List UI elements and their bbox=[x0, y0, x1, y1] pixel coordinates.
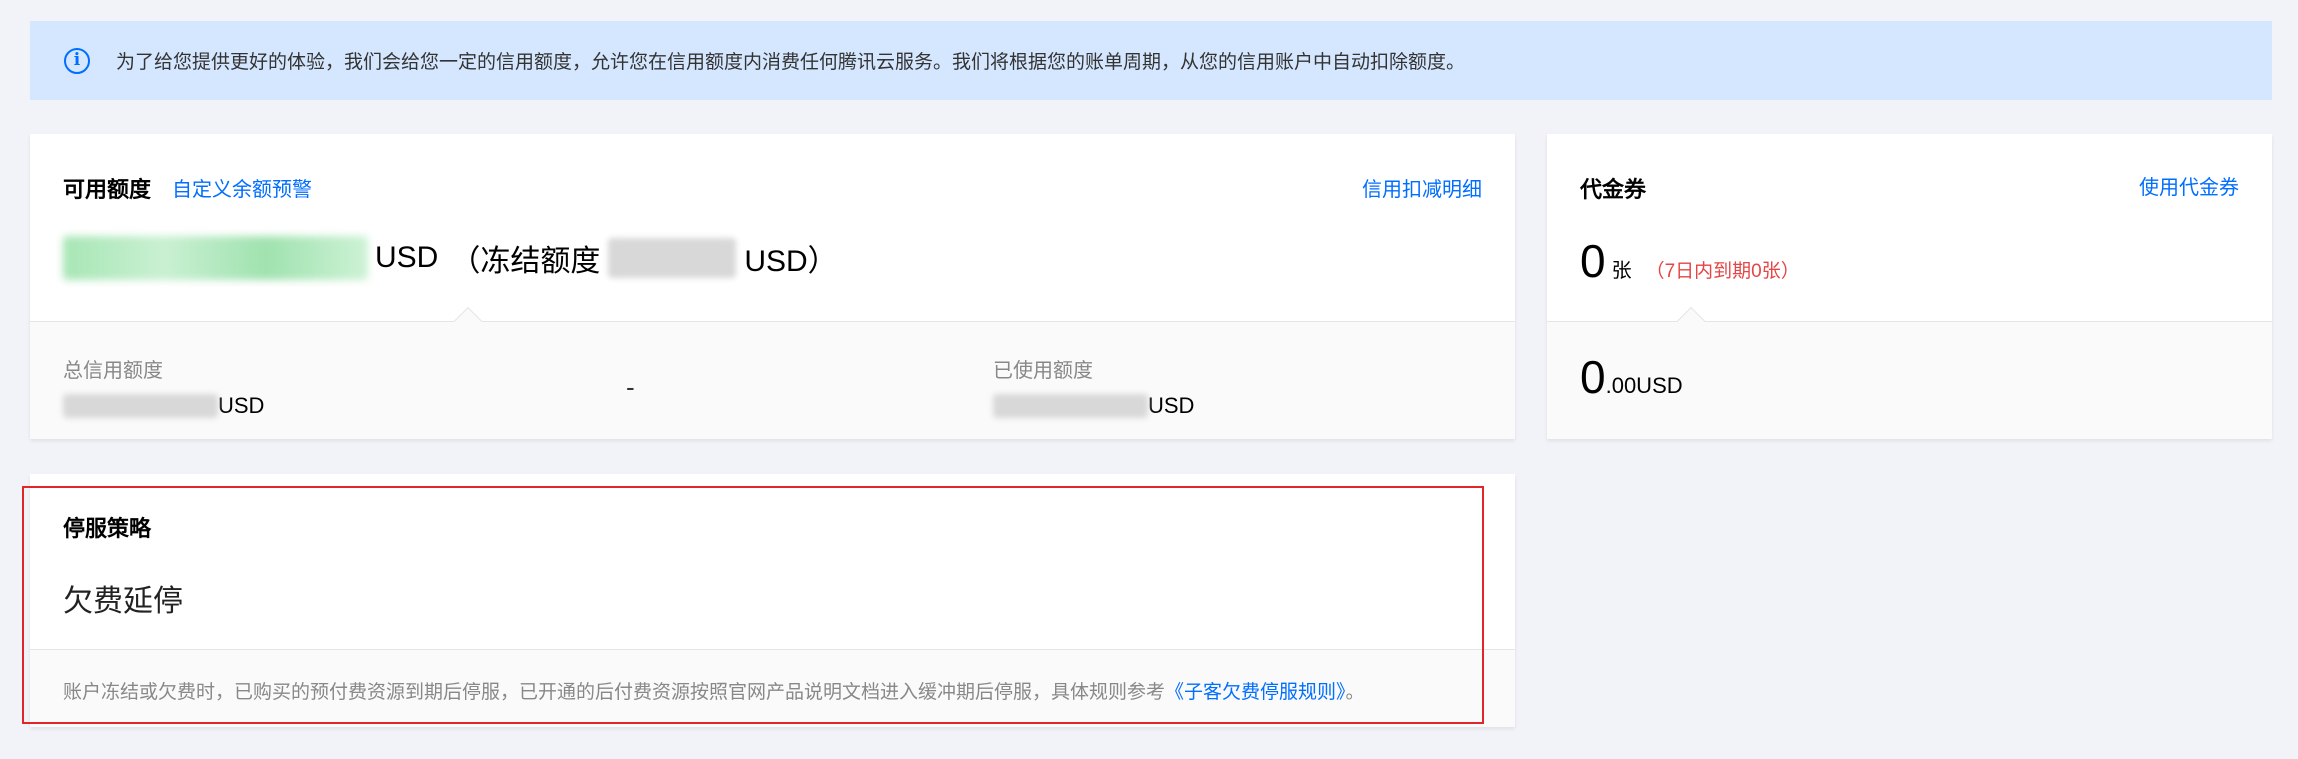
voucher-count: 0 张 （7日内到期0张） bbox=[1580, 234, 1800, 288]
available-credit-card: 可用额度 自定义余额预警 信用扣减明细 USD （冻结额度 USD） 总信用额度… bbox=[30, 134, 1515, 439]
used-credit-redacted bbox=[993, 394, 1148, 418]
info-banner-text: 为了给您提供更好的体验，我们会给您一定的信用额度，允许您在信用额度内消费任何腾讯… bbox=[116, 52, 1466, 73]
voucher-amount-section: 0 .00USD bbox=[1547, 306, 2272, 439]
voucher-amount: 0 .00USD bbox=[1580, 350, 1683, 404]
policy-title: 停服策略 bbox=[63, 516, 152, 541]
total-credit-label: 总信用额度 bbox=[63, 360, 163, 382]
available-credit-title: 可用额度 bbox=[63, 177, 152, 202]
used-credit-value: USD bbox=[993, 393, 1194, 419]
frozen-prefix: （冻结额度 bbox=[450, 245, 601, 278]
voucher-expire-note: （7日内到期0张） bbox=[1645, 261, 1800, 282]
policy-value: 欠费延停 bbox=[63, 585, 183, 618]
used-credit-label: 已使用额度 bbox=[993, 360, 1093, 382]
used-credit-currency: USD bbox=[1148, 393, 1195, 418]
total-credit: 总信用额度 USD bbox=[63, 354, 264, 419]
voucher-count-number: 0 bbox=[1580, 235, 1606, 287]
total-credit-value: USD bbox=[63, 393, 264, 419]
suspension-rule-link[interactable]: 《子客欠费停服规则》 bbox=[1165, 682, 1346, 703]
voucher-count-unit: 张 bbox=[1611, 260, 1632, 282]
frozen-amount-redacted bbox=[608, 238, 737, 278]
info-icon: i bbox=[64, 47, 90, 74]
policy-description: 账户冻结或欠费时，已购买的预付费资源到期后停服，已开通的后付费资源按照官网产品说… bbox=[30, 649, 1515, 727]
voucher-amount-dec: .00USD bbox=[1605, 373, 1683, 398]
info-banner: i 为了给您提供更好的体验，我们会给您一定的信用额度，允许您在信用额度内消费任何… bbox=[30, 21, 2272, 100]
available-credit-summary: 可用额度 自定义余额预警 信用扣减明细 USD （冻结额度 USD） bbox=[30, 134, 1515, 321]
suspension-policy-card: 停服策略 欠费延停 账户冻结或欠费时，已购买的预付费资源到期后停服，已开通的后付… bbox=[30, 474, 1515, 727]
voucher-card: 代金券 使用代金券 0 张 （7日内到期0张） 0 .00USD bbox=[1547, 134, 2272, 439]
custom-balance-alert-link[interactable]: 自定义余额预警 bbox=[172, 173, 312, 202]
total-credit-redacted bbox=[63, 394, 218, 418]
policy-desc-text: 账户冻结或欠费时，已购买的预付费资源到期后停服，已开通的后付费资源按照官网产品说… bbox=[63, 677, 1365, 704]
separator-dash: - bbox=[626, 372, 635, 402]
total-credit-currency: USD bbox=[218, 393, 265, 418]
voucher-amount-int: 0 bbox=[1580, 351, 1606, 403]
voucher-title: 代金券 bbox=[1580, 177, 1647, 202]
policy-desc-end: 。 bbox=[1345, 682, 1365, 703]
available-amount-redacted bbox=[63, 236, 368, 280]
available-currency: USD bbox=[375, 241, 439, 274]
credit-breakdown: 总信用额度 USD - 已使用额度 USD bbox=[30, 306, 1515, 439]
frozen-currency: USD） bbox=[744, 245, 838, 278]
policy-desc-main: 账户冻结或欠费时，已购买的预付费资源到期后停服，已开通的后付费资源按照官网产品说… bbox=[63, 682, 1166, 703]
credit-deduction-detail-link[interactable]: 信用扣减明细 bbox=[1362, 173, 1482, 202]
used-credit: 已使用额度 USD bbox=[993, 354, 1194, 419]
voucher-summary: 代金券 使用代金券 0 张 （7日内到期0张） bbox=[1547, 134, 2272, 321]
policy-summary: 停服策略 欠费延停 bbox=[30, 474, 1515, 649]
use-voucher-link[interactable]: 使用代金券 bbox=[2139, 171, 2239, 200]
available-amount: USD （冻结额度 USD） bbox=[63, 236, 838, 280]
